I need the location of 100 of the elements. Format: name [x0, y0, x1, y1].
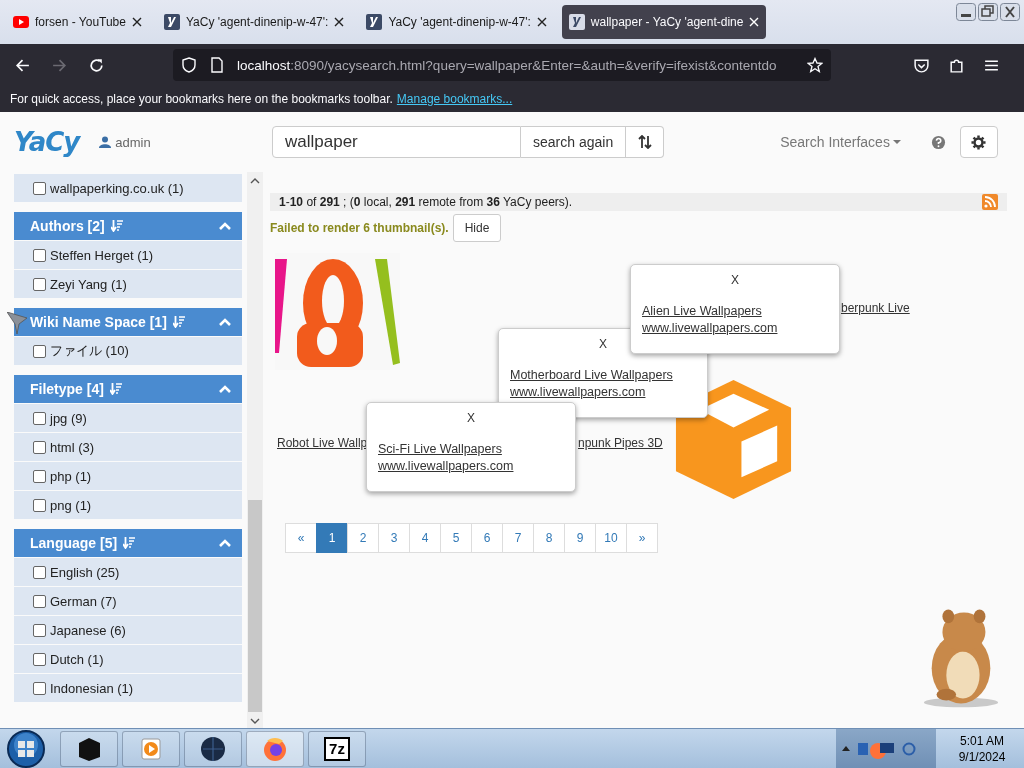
facet-header[interactable]: Language [5] — [14, 529, 242, 557]
facet-item[interactable]: html (3) — [14, 433, 242, 461]
manage-bookmarks-link[interactable]: Manage bookmarks... — [396, 92, 513, 106]
facet-item[interactable]: Zeyi Yang (1) — [14, 270, 242, 298]
chevron-icon[interactable] — [219, 318, 231, 326]
scroll-up-icon[interactable] — [250, 178, 260, 184]
facet-item[interactable]: Indonesian (1) — [14, 674, 242, 702]
scrollbar[interactable] — [247, 172, 263, 728]
popup-close-button[interactable]: X — [731, 273, 739, 287]
browser-tab[interactable]: YaCy 'agent-dinenip-w-47': — [359, 5, 554, 39]
chevron-icon[interactable] — [219, 222, 231, 230]
search-again-button[interactable]: search again — [521, 126, 627, 158]
browser-tab[interactable]: wallpaper - YaCy 'agent-dine — [561, 5, 767, 39]
browser-tab[interactable]: forsen - YouTube — [6, 5, 149, 39]
facet-item[interactable]: English (25) — [14, 558, 242, 586]
popup-url-link[interactable]: www.livewallpapers.com — [642, 321, 778, 335]
page-link[interactable]: 6 — [471, 523, 503, 553]
search-interfaces-menu[interactable]: Search Interfaces — [780, 134, 901, 150]
clock-date: 9/1/2024 — [958, 748, 1006, 765]
shield-icon[interactable] — [181, 57, 197, 73]
page-link[interactable]: « — [285, 523, 317, 553]
address-bar[interactable]: localhost:8090/yacysearch.html?query=wallpaper&Enter=&auth=&verify=ifexist&contentdo — [173, 49, 831, 81]
checkbox[interactable] — [33, 469, 46, 483]
sort-icon[interactable] — [123, 537, 136, 549]
sort-icon[interactable] — [172, 316, 185, 328]
page-link[interactable]: 5 — [440, 523, 472, 553]
close-icon[interactable] — [536, 17, 547, 27]
minimize-icon[interactable] — [956, 3, 976, 21]
popup-title-link[interactable]: Alien Live Wallpapers — [642, 304, 762, 318]
checkbox[interactable] — [33, 248, 46, 262]
popup-url-link[interactable]: www.livewallpapers.com — [510, 385, 646, 399]
checkbox[interactable] — [33, 594, 46, 608]
page-link[interactable]: 7 — [502, 523, 534, 553]
scroll-down-icon[interactable] — [250, 718, 260, 724]
checkbox[interactable] — [33, 411, 46, 425]
checkbox[interactable] — [33, 681, 46, 695]
taskbar-button[interactable]: 7z — [308, 730, 366, 767]
popup-close-button[interactable]: X — [467, 411, 475, 425]
reload-icon[interactable] — [88, 56, 105, 74]
hide-button[interactable]: Hide — [452, 214, 502, 242]
sort-icon[interactable] — [109, 383, 122, 395]
sort-icon[interactable] — [110, 220, 123, 232]
facet-item[interactable]: German (7) — [14, 587, 242, 615]
checkbox[interactable] — [33, 181, 46, 195]
result-link[interactable]: berpunk Live — [841, 301, 910, 315]
facet-item[interactable]: Steffen Herget (1) — [14, 241, 242, 269]
pocket-icon[interactable] — [913, 56, 930, 74]
page-link[interactable]: 3 — [378, 523, 410, 553]
browser-tab[interactable]: YaCy 'agent-dinenip-w-47': — [156, 5, 352, 39]
restore-icon[interactable] — [978, 3, 998, 21]
caret-up-icon[interactable] — [842, 746, 850, 751]
facet-item[interactable]: wallpaperking.co.uk (1) — [14, 174, 242, 202]
close-icon[interactable] — [334, 17, 345, 27]
logo[interactable]: YaCy — [14, 127, 80, 157]
rss-icon[interactable] — [982, 194, 998, 210]
user-link[interactable]: admin — [115, 134, 151, 150]
page-link[interactable]: » — [626, 523, 658, 553]
checkbox[interactable] — [33, 344, 46, 358]
popup-title-link[interactable]: Motherboard Live Wallpapers — [510, 368, 673, 382]
taskbar-button[interactable] — [60, 730, 118, 767]
page-link[interactable]: 1 — [316, 523, 348, 553]
page-link[interactable]: 10 — [595, 523, 627, 553]
popup-url-link[interactable]: www.livewallpapers.com — [378, 459, 514, 473]
facet-item[interactable]: ファイル (10) — [14, 337, 242, 365]
facet-item[interactable]: Dutch (1) — [14, 645, 242, 673]
page-link[interactable]: 9 — [564, 523, 596, 553]
start-button[interactable] — [6, 728, 46, 768]
facet-header[interactable]: Filetype [4] — [14, 375, 242, 403]
facet-header[interactable]: Authors [2] — [14, 212, 242, 240]
help-icon[interactable] — [930, 134, 946, 150]
page-link[interactable]: 4 — [409, 523, 441, 553]
checkbox[interactable] — [33, 565, 46, 579]
close-icon[interactable] — [131, 17, 142, 27]
facet-item[interactable]: png (1) — [14, 491, 242, 519]
caret-icon — [892, 140, 901, 144]
result-link[interactable]: Robot Live Wallp — [277, 436, 368, 450]
result-link[interactable]: npunk Pipes 3D — [578, 436, 663, 450]
chevron-icon[interactable] — [219, 539, 231, 547]
popup-title-link[interactable]: Sci-Fi Live Wallpapers — [378, 442, 502, 456]
checkbox[interactable] — [33, 623, 46, 637]
star-icon[interactable] — [807, 57, 823, 73]
page-link[interactable]: 2 — [347, 523, 379, 553]
page-link[interactable]: 8 — [533, 523, 565, 553]
checkbox[interactable] — [33, 277, 46, 291]
taskbar-button[interactable] — [184, 730, 242, 767]
popup-close-button[interactable]: X — [599, 337, 607, 351]
chevron-icon[interactable] — [219, 385, 231, 393]
facet-item[interactable]: jpg (9) — [14, 404, 242, 432]
facet-header[interactable]: Wiki Name Space [1] — [14, 308, 242, 336]
sort-button[interactable] — [626, 126, 665, 158]
checkbox[interactable] — [33, 498, 46, 512]
search-field[interactable]: wallpaper — [272, 126, 521, 158]
puzzle-icon[interactable] — [948, 56, 965, 74]
facet-item[interactable]: Japanese (6) — [14, 616, 242, 644]
clock[interactable]: 5:01 AM 9/1/2024 — [940, 732, 1024, 765]
facet-item[interactable]: php (1) — [14, 462, 242, 490]
checkbox[interactable] — [33, 440, 46, 454]
checkbox[interactable] — [33, 652, 46, 666]
close-icon[interactable] — [1000, 3, 1020, 21]
settings-button[interactable] — [959, 126, 998, 158]
